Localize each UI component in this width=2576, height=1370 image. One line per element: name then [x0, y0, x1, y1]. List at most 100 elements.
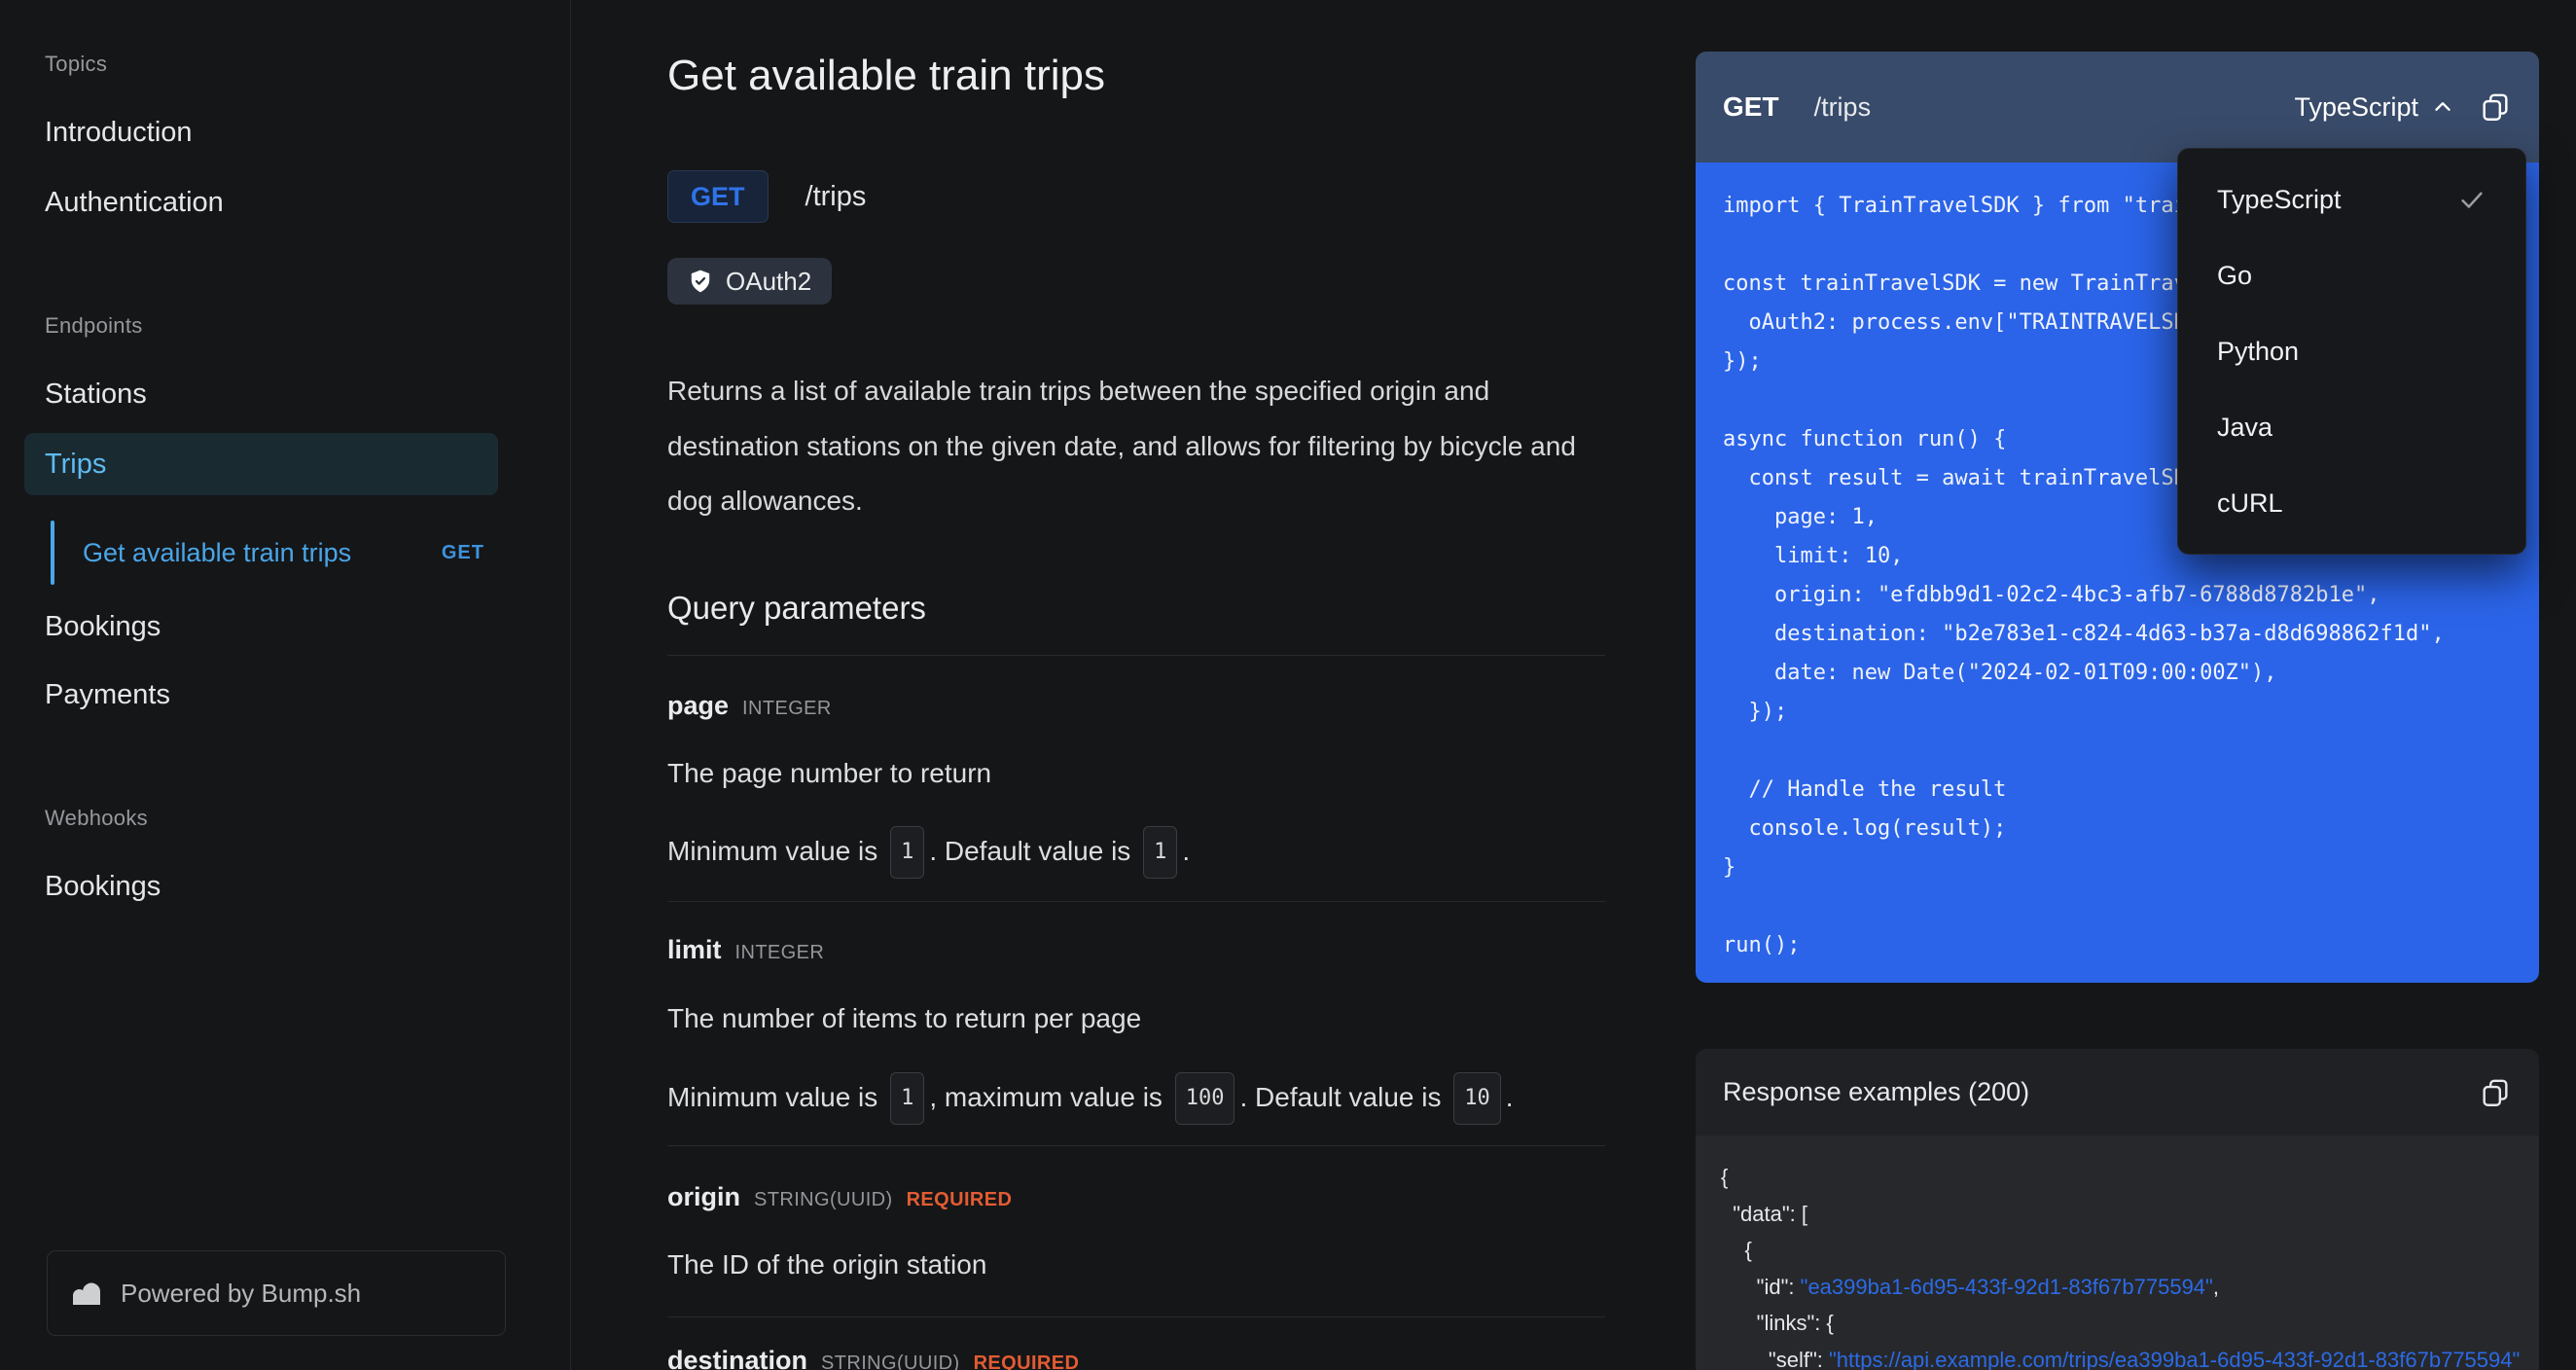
- menu-item-label: Java: [2217, 412, 2273, 442]
- auth-row: OAuth2: [667, 258, 833, 305]
- sidebar: Topics Introduction Authentication Endpo…: [0, 0, 571, 1370]
- code-line: }: [1723, 855, 1736, 880]
- divider: [667, 1316, 1605, 1317]
- response-json-block: { "data": [ { "id": "ea399ba1-6d95-433f-…: [1696, 1136, 2539, 1370]
- response-panel-title: Response examples (200): [1723, 1077, 2030, 1106]
- param-name: destination: [667, 1346, 808, 1370]
- param-type: INTEGER: [734, 942, 825, 963]
- menu-item-typescript[interactable]: TypeScript: [2178, 162, 2525, 237]
- sidebar-section-topics: Topics: [45, 52, 108, 76]
- param-type: INTEGER: [742, 698, 832, 719]
- divider: [667, 1145, 1605, 1146]
- json-text: {: [1721, 1238, 1752, 1262]
- constraint-text: .: [1505, 1082, 1514, 1112]
- sidebar-item-authentication[interactable]: Authentication: [45, 183, 224, 222]
- json-line: {: [1721, 1233, 2539, 1270]
- sidebar-item-payments[interactable]: Payments: [45, 675, 170, 714]
- sidebar-item-introduction[interactable]: Introduction: [45, 113, 193, 152]
- constraint-text: . Default value is: [1239, 1082, 1449, 1112]
- constraint-text: . Default value is: [929, 836, 1139, 866]
- json-line: "links": {: [1721, 1306, 2539, 1343]
- param-type: STRING(UUID): [821, 1352, 960, 1370]
- constraint-text: Minimum value is: [667, 1082, 886, 1112]
- divider: [667, 655, 1605, 656]
- page-title: Get available train trips: [667, 52, 1105, 99]
- param-name: origin: [667, 1182, 740, 1211]
- sidebar-item-bookings[interactable]: Bookings: [45, 607, 161, 646]
- code-method: GET: [1723, 91, 1779, 122]
- required-badge: REQUIRED: [973, 1352, 1080, 1370]
- language-selector-label: TypeScript: [2294, 91, 2418, 122]
- param-origin: origin STRING(UUID) REQUIRED: [667, 1177, 1012, 1216]
- param-constraints: Minimum value is 1. Default value is 1.: [667, 826, 1191, 881]
- endpoint-path: /trips: [805, 180, 867, 212]
- sidebar-item-stations[interactable]: Stations: [45, 375, 147, 414]
- sidebar-item-trips[interactable]: Trips: [24, 433, 498, 495]
- json-text: "data": [: [1721, 1201, 1807, 1226]
- constraint-value: 1: [890, 826, 925, 879]
- menu-item-label: cURL: [2217, 487, 2283, 518]
- param-limit: limit INTEGER: [667, 930, 824, 969]
- param-name: limit: [667, 935, 722, 964]
- param-description: The ID of the origin station: [667, 1249, 987, 1280]
- code-line: destination: "b2e783e1-c824-4d63-b37a-d8…: [1723, 622, 2445, 646]
- constraint-value: 1: [1143, 826, 1178, 879]
- api-docs-page: Topics Introduction Authentication Endpo…: [0, 0, 2576, 1370]
- bump-logo-icon: [71, 1280, 106, 1307]
- param-constraints: Minimum value is 1, maximum value is 100…: [667, 1072, 1514, 1127]
- powered-by-bump-link[interactable]: Powered by Bump.sh: [47, 1250, 506, 1336]
- param-description: The number of items to return per page: [667, 1003, 1142, 1033]
- check-icon: [2457, 185, 2487, 214]
- param-destination: destination STRING(UUID) REQUIRED: [667, 1341, 1079, 1370]
- json-text: {: [1721, 1165, 1729, 1189]
- json-line: "data": [: [1721, 1197, 2539, 1234]
- operation-doc: Get available train trips GET /trips OAu…: [667, 0, 1605, 1370]
- response-examples-panel: Response examples (200) { "data": [ { "i…: [1696, 1049, 2539, 1370]
- sidebar-section-webhooks: Webhooks: [45, 806, 148, 830]
- json-text: "links": {: [1721, 1311, 1834, 1335]
- code-line: run();: [1723, 933, 1801, 957]
- sidebar-item-trips-label: Trips: [45, 449, 107, 480]
- active-operation-indicator: [51, 521, 54, 585]
- code-line: // Handle the result: [1723, 777, 2007, 802]
- menu-item-go[interactable]: Go: [2178, 237, 2525, 313]
- sidebar-section-endpoints: Endpoints: [45, 313, 143, 338]
- menu-item-label: Go: [2217, 260, 2253, 290]
- json-string-value: "ea399ba1-6d95-433f-92d1-83f67b775594": [1800, 1274, 2213, 1299]
- constraint-value: 10: [1453, 1072, 1501, 1125]
- constraint-text: Minimum value is: [667, 836, 886, 866]
- response-panel-header: Response examples (200): [1696, 1049, 2539, 1136]
- shield-check-icon: [688, 269, 713, 294]
- json-key: "self":: [1721, 1347, 1829, 1370]
- param-description: The page number to return: [667, 758, 992, 788]
- copy-code-button[interactable]: [2479, 90, 2512, 124]
- menu-item-python[interactable]: Python: [2178, 313, 2525, 389]
- powered-by-label: Powered by Bump.sh: [121, 1278, 362, 1308]
- json-key: "id":: [1721, 1274, 1801, 1299]
- copy-response-button[interactable]: [2479, 1076, 2512, 1109]
- operation-label: Get available train trips: [83, 538, 352, 567]
- sidebar-item-webhook-bookings[interactable]: Bookings: [45, 867, 161, 906]
- menu-item-label: TypeScript: [2217, 184, 2342, 214]
- language-menu: TypeScript Go Python Java cURL: [2177, 148, 2526, 555]
- constraint-text: .: [1182, 836, 1191, 866]
- code-line: date: new Date("2024-02-01T09:00:00Z"),: [1723, 661, 2277, 685]
- param-type: STRING(UUID): [754, 1189, 893, 1210]
- language-selector[interactable]: TypeScript: [2294, 92, 2455, 123]
- code-path: /trips: [1813, 91, 1872, 122]
- divider: [667, 901, 1605, 902]
- json-line: "self": "https://api.example.com/trips/e…: [1721, 1343, 2539, 1370]
- chevron-up-icon: [2435, 102, 2451, 111]
- sidebar-item-get-available-train-trips[interactable]: Get available train trips GET: [0, 519, 498, 587]
- menu-item-curl[interactable]: cURL: [2178, 465, 2525, 541]
- http-method-badge: GET: [667, 170, 769, 223]
- copy-icon: [2483, 1079, 2508, 1106]
- operation-method-tag: GET: [441, 542, 484, 563]
- param-page: page INTEGER: [667, 686, 832, 725]
- menu-item-java[interactable]: Java: [2178, 389, 2525, 465]
- endpoint-row: GET /trips: [667, 169, 866, 224]
- oauth2-badge[interactable]: OAuth2: [667, 258, 833, 305]
- copy-icon: [2483, 93, 2508, 121]
- operation-description: Returns a list of available train trips …: [667, 376, 1576, 516]
